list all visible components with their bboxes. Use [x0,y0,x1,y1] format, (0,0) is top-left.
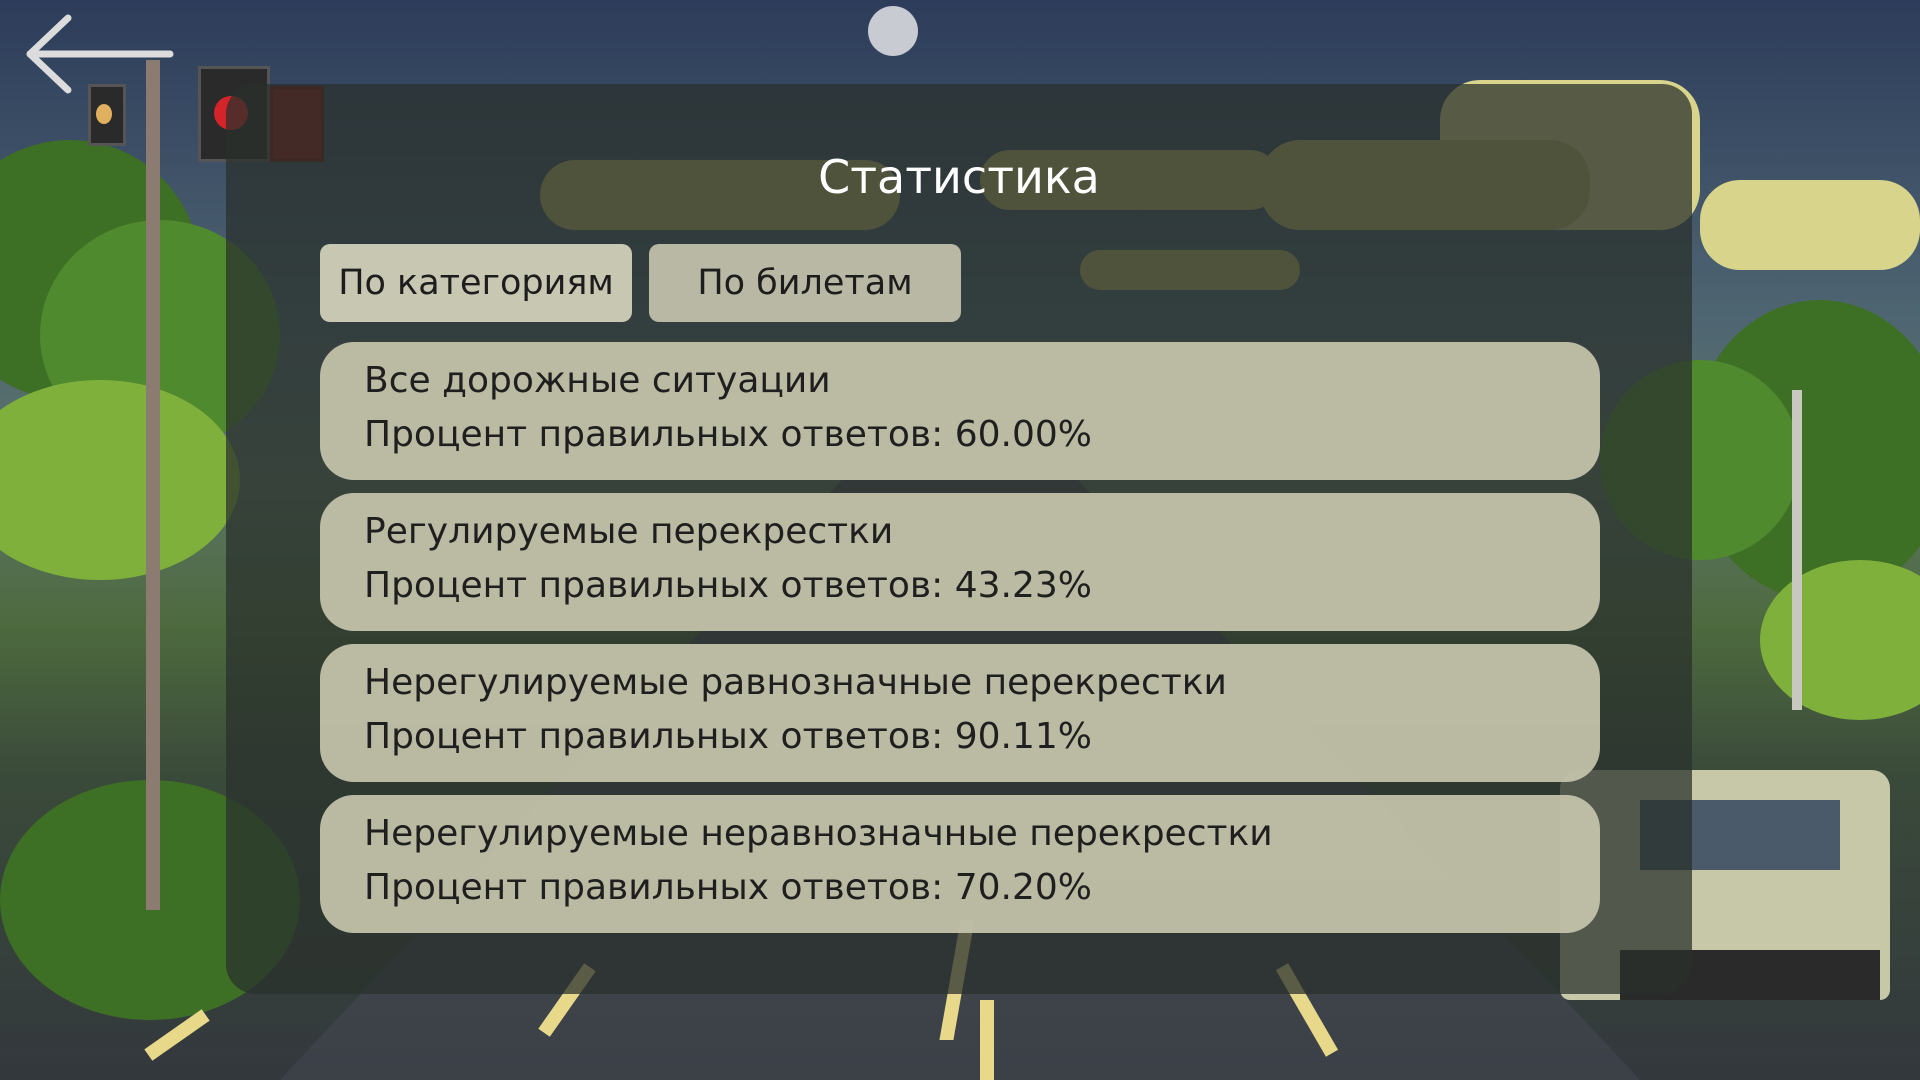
stat-card-unregulated-unequal-intersections[interactable]: Нерегулируемые неравнозначные перекрестк… [320,795,1600,933]
tab-label: По категориям [338,263,614,303]
stat-card-unregulated-equal-intersections[interactable]: Нерегулируемые равнозначные перекрестки … [320,644,1600,782]
stat-card-regulated-intersections[interactable]: Регулируемые перекрестки Процент правиль… [320,493,1600,631]
percent-row: Процент правильных ответов: 43.23% [364,559,1600,613]
percent-value: 43.23% [954,565,1092,606]
category-name: Все дорожные ситуации [364,360,831,401]
percent-value: 90.11% [954,716,1092,757]
percent-label: Процент правильных ответов: [364,414,944,455]
percent-label: Процент правильных ответов: [364,867,944,908]
app-screen: Статистика По категориям По билетам Все … [0,0,1920,1080]
category-name: Регулируемые перекрестки [364,511,894,552]
percent-value: 70.20% [954,867,1092,908]
category-name: Нерегулируемые равнозначные перекрестки [364,662,1227,703]
percent-value: 60.00% [954,414,1092,455]
percent-label: Процент правильных ответов: [364,565,944,606]
percent-row: Процент правильных ответов: 90.11% [364,710,1600,764]
page-title: Статистика [818,150,1100,204]
tab-label: По билетам [697,263,913,303]
moon-icon [868,6,918,56]
category-name: Нерегулируемые неравнозначные перекрестк… [364,813,1273,854]
tab-by-category[interactable]: По категориям [320,244,632,322]
percent-label: Процент правильных ответов: [364,716,944,757]
arrow-left-icon [26,14,174,94]
percent-row: Процент правильных ответов: 60.00% [364,408,1600,462]
statistics-panel: Статистика По категориям По билетам Все … [226,84,1692,994]
tab-by-ticket[interactable]: По билетам [649,244,961,322]
back-button[interactable] [24,12,174,96]
stat-card-all-situations[interactable]: Все дорожные ситуации Процент правильных… [320,342,1600,480]
percent-row: Процент правильных ответов: 70.20% [364,861,1600,915]
